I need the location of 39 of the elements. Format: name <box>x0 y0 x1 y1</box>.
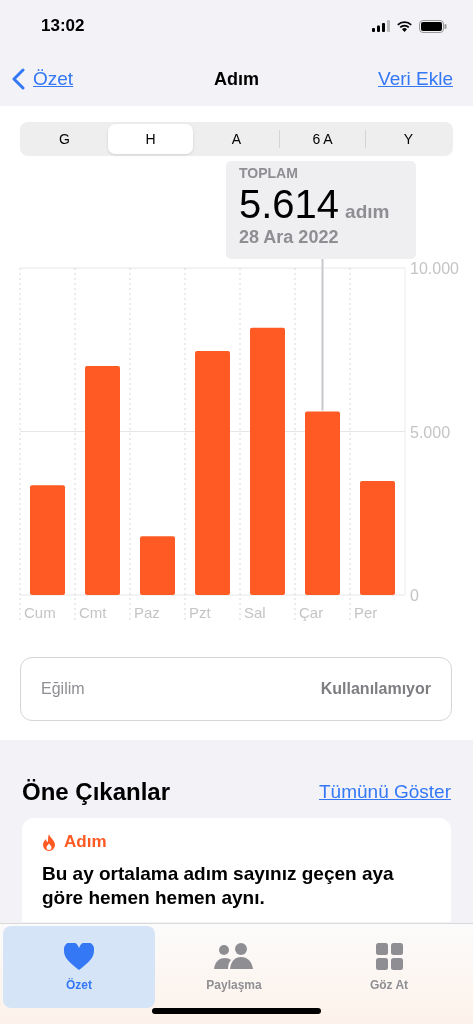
battery-icon <box>419 19 447 33</box>
axis-label: 5.000 <box>410 423 451 441</box>
segment-tab[interactable]: G <box>22 124 107 154</box>
axis-label: Paz <box>134 604 160 621</box>
segment-tab[interactable]: A <box>194 124 279 154</box>
grid-icon <box>375 942 403 970</box>
section-title: Öne Çıkanlar <box>22 778 171 806</box>
signal-icon <box>372 20 390 32</box>
summary-label: TOPLAM <box>239 165 299 181</box>
segment-tab[interactable]: Y <box>366 124 451 154</box>
page-title: Adım <box>214 68 259 90</box>
people-icon <box>214 942 254 970</box>
show-all-link[interactable]: Tümünü Göster <box>319 781 451 803</box>
axis-label: Çar <box>299 604 324 621</box>
summary-date: 28 Ara 2022 <box>239 227 340 248</box>
bar <box>140 536 175 595</box>
heart-icon <box>64 942 94 970</box>
axis-label: 0 <box>410 587 419 604</box>
axis-label: 10.000 <box>410 260 459 277</box>
wifi-icon <box>396 20 413 32</box>
trend-label: Eğilim <box>41 680 85 698</box>
add-data-link[interactable]: Veri Ekle <box>378 68 453 90</box>
back-link[interactable]: Özet <box>12 68 74 90</box>
summary-value: 5.614 <box>239 181 340 227</box>
card-category: Adım <box>64 832 107 852</box>
chevron-left-icon <box>12 68 25 90</box>
axis-label: Sal <box>244 604 266 621</box>
axis-label: Per <box>354 604 378 621</box>
segment-tab[interactable]: H <box>108 124 193 154</box>
flame-icon <box>42 833 56 851</box>
axis-label: Cmt <box>79 604 107 621</box>
summary-unit: adım <box>345 201 390 223</box>
trend-value: Kullanılamıyor <box>320 680 431 698</box>
axis-label: Pzt <box>189 604 211 621</box>
status-time: 13:02 <box>41 16 85 36</box>
highlight-card[interactable]: Adım Bu ay ortalama adım sayınız geçen aya göre hemen hemen aynı. <box>22 818 451 922</box>
axis-label: Cum <box>24 604 56 621</box>
segment-tab[interactable]: 6 A <box>280 124 365 154</box>
card-text: Bu ay ortalama adım sayınız geçen aya göre hemen hemen aynı. <box>42 862 395 910</box>
